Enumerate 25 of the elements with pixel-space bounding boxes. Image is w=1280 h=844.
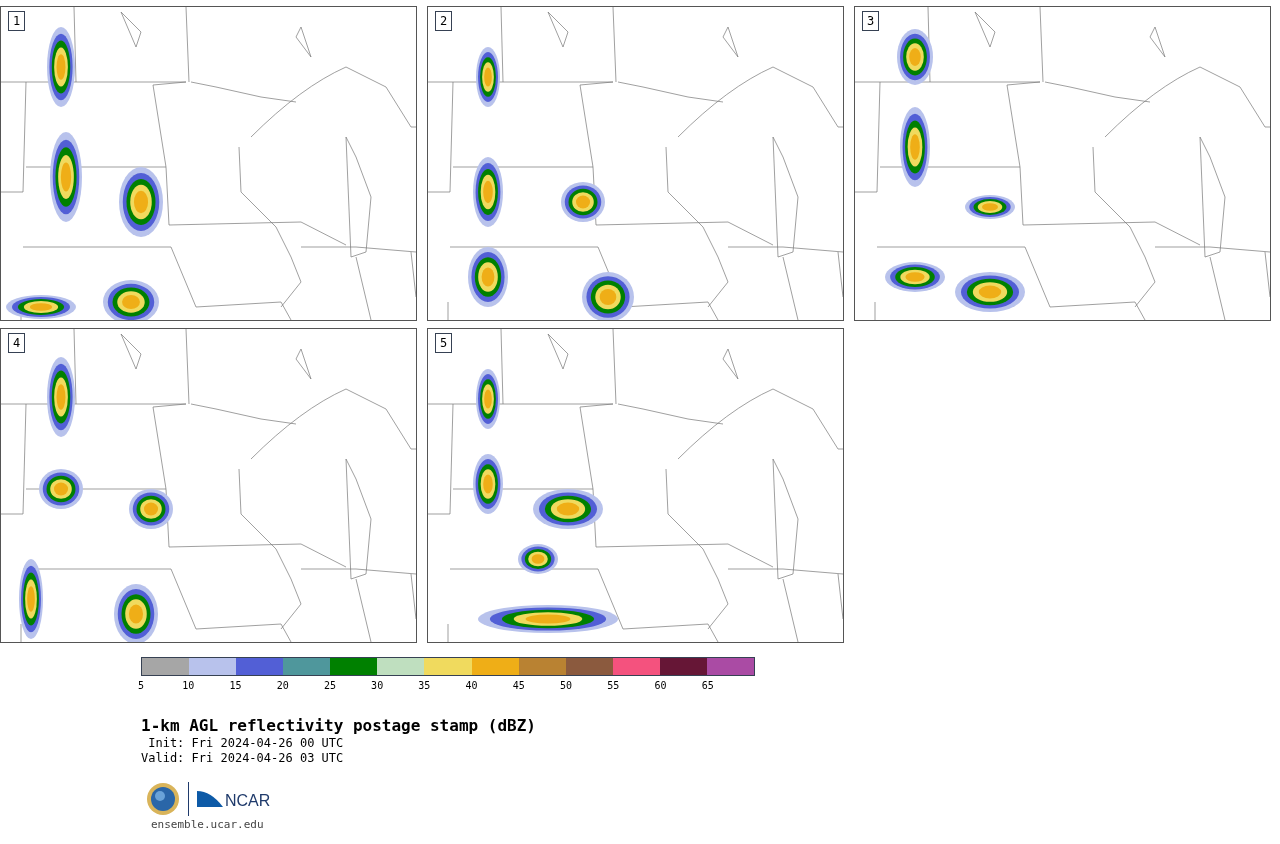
tick-label: 55 [607,679,620,693]
tick-label: 60 [654,679,667,693]
valid-time: Valid: Fri 2024-04-26 03 UTC [141,751,345,766]
panel-number: 2 [435,11,453,31]
tick-label: 10 [182,679,195,693]
tick-label: 35 [418,679,431,693]
tick-label: 5 [138,679,144,693]
ncar-text: NCAR [225,793,271,809]
tick-label: 45 [512,679,525,693]
tick-label: 65 [701,679,714,693]
swoosh-icon [197,789,223,809]
website-url: ensemble.ucar.edu [150,818,265,832]
panel-number: 5 [435,333,453,353]
tick-label: 20 [276,679,289,693]
tick-label: 30 [371,679,384,693]
tick-label: 50 [560,679,573,693]
panel-number: 1 [8,11,26,31]
chart-title: 1-km AGL reflectivity postage stamp (dBZ) [141,716,537,736]
tick-label: 25 [323,679,336,693]
panel-number: 3 [862,11,880,31]
tick-label: 40 [465,679,478,693]
seal-logo-icon [146,782,180,816]
tick-label: 15 [229,679,242,693]
panel-number: 4 [8,333,26,353]
init-time: Init: Fri 2024-04-26 00 UTC [147,736,345,751]
